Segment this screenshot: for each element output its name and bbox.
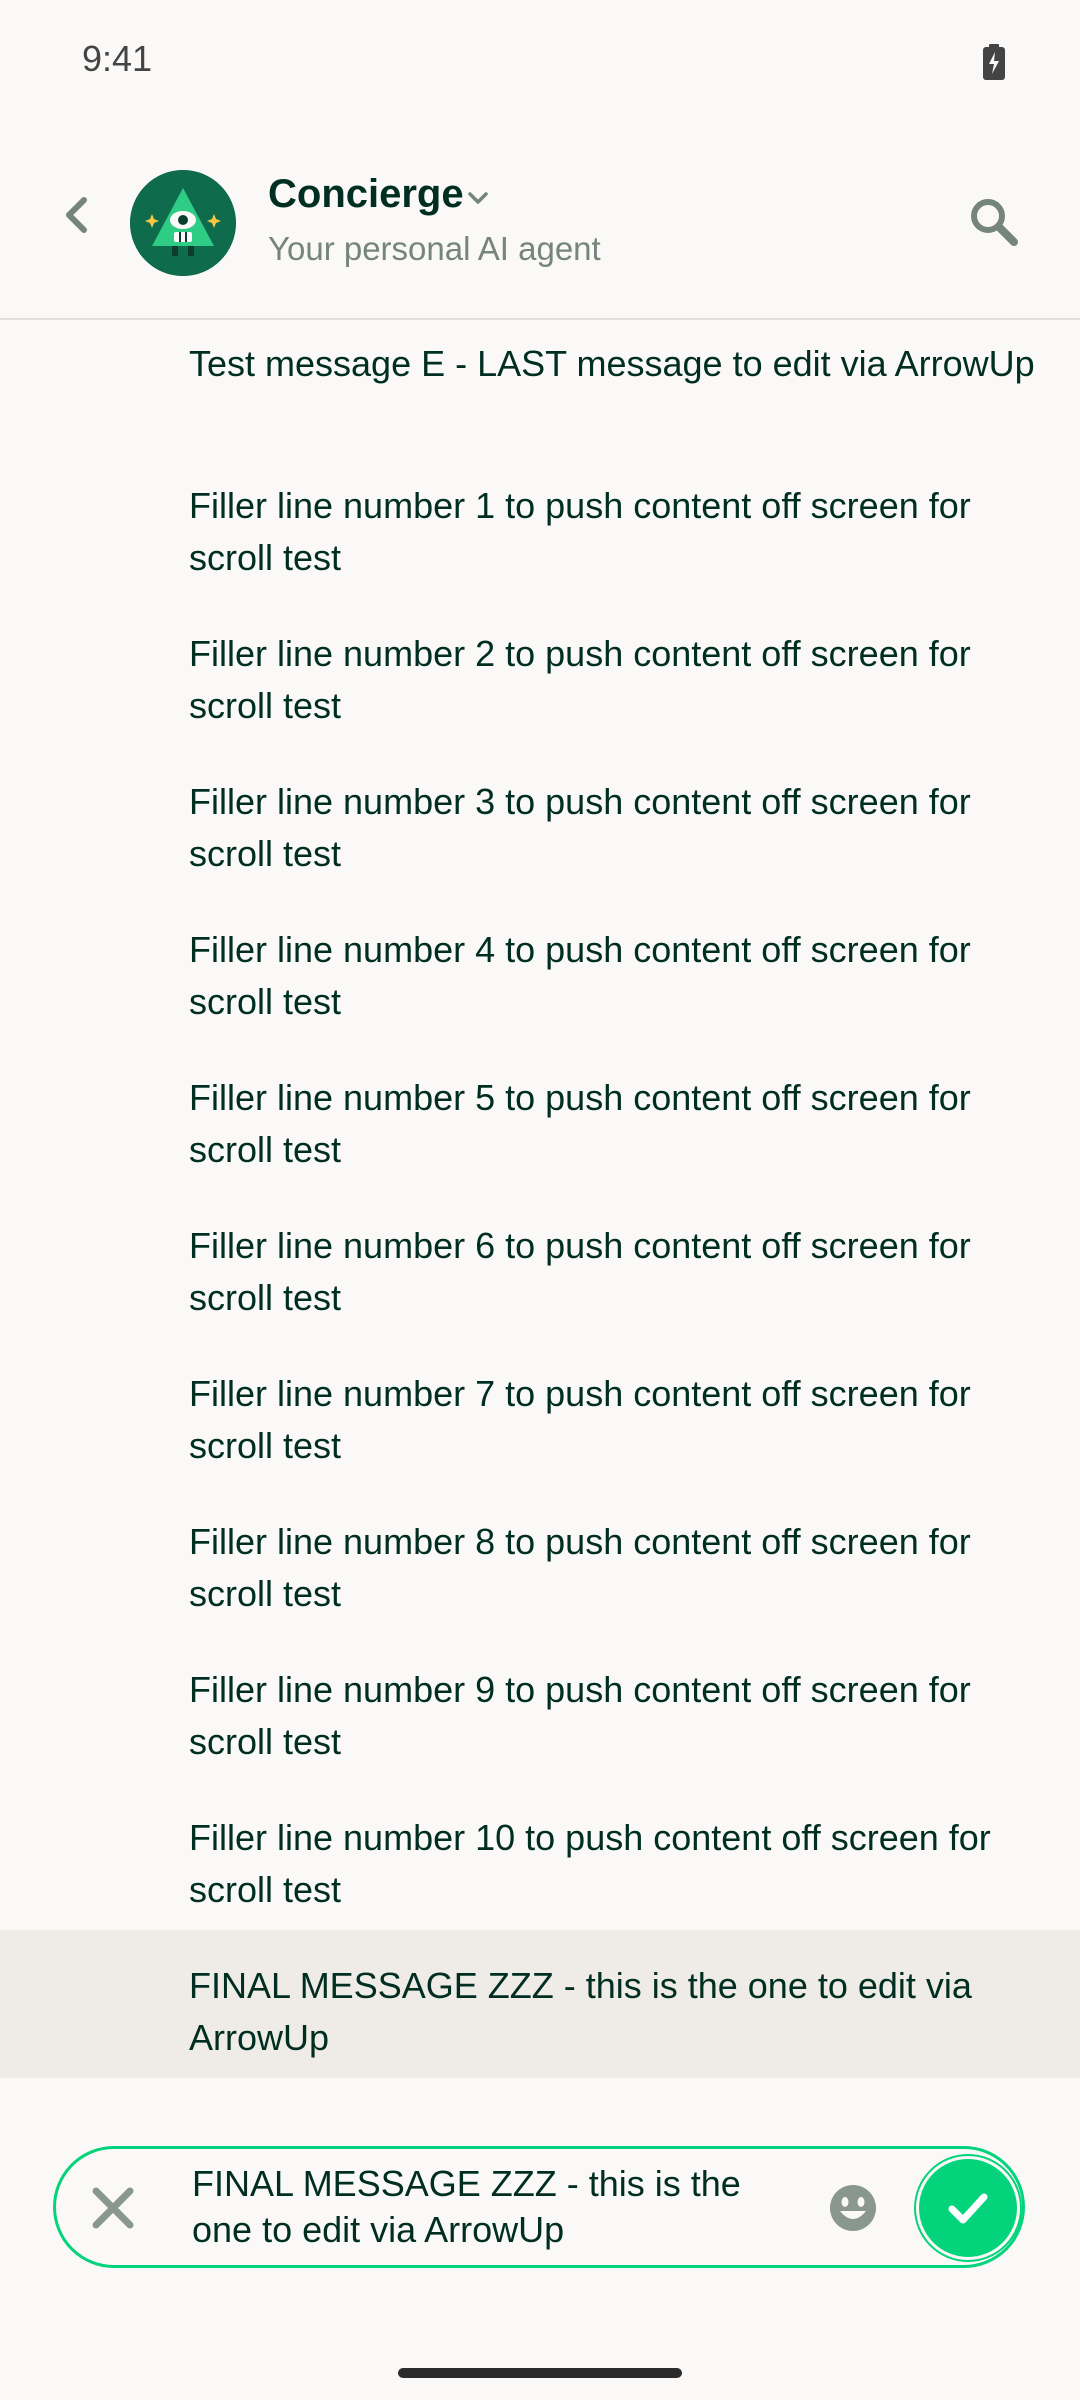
status-bar: 9:41 xyxy=(0,0,1080,130)
list-item[interactable]: Filler line number 8 to push content off… xyxy=(0,1486,1080,1634)
list-item[interactable]: Filler line number 9 to push content off… xyxy=(0,1634,1080,1782)
message-text: Filler line number 8 to push content off… xyxy=(189,1521,971,1614)
message-text: Filler line number 5 to push content off… xyxy=(189,1077,971,1170)
message-being-edited[interactable]: FINAL MESSAGE ZZZ - this is the one to e… xyxy=(0,1930,1080,2078)
message-text: Filler line number 7 to push content off… xyxy=(189,1373,971,1466)
home-indicator[interactable] xyxy=(398,2368,682,2378)
search-button[interactable] xyxy=(964,192,1024,252)
list-item[interactable]: Filler line number 3 to push content off… xyxy=(0,746,1080,894)
list-item[interactable]: Filler line number 6 to push content off… xyxy=(0,1190,1080,1338)
list-item[interactable]: Filler line number 4 to push content off… xyxy=(0,894,1080,1042)
list-item[interactable]: Filler line number 1 to push content off… xyxy=(0,450,1080,598)
list-item[interactable]: Filler line number 10 to push content of… xyxy=(0,1782,1080,1930)
close-icon xyxy=(92,2187,134,2229)
message-text: Filler line number 6 to push content off… xyxy=(189,1225,971,1318)
message-text: Filler line number 3 to push content off… xyxy=(189,781,971,874)
save-edit-button[interactable] xyxy=(916,2156,1020,2260)
battery-charging-icon xyxy=(983,44,1005,80)
message-text: Filler line number 10 to push content of… xyxy=(189,1817,991,1910)
search-icon xyxy=(971,199,1018,246)
message-composer: FINAL MESSAGE ZZZ - this is the one to e… xyxy=(53,2146,1025,2268)
message-text: Filler line number 2 to push content off… xyxy=(189,633,971,726)
edit-message-input[interactable]: FINAL MESSAGE ZZZ - this is the one to e… xyxy=(192,2161,792,2253)
list-item[interactable]: Test message E - LAST message to edit vi… xyxy=(0,320,1080,450)
back-button[interactable] xyxy=(50,188,104,242)
message-text: Filler line number 1 to push content off… xyxy=(189,485,971,578)
message-list[interactable]: Test message E - LAST message to edit vi… xyxy=(0,320,1080,2078)
message-text: FINAL MESSAGE ZZZ - this is the one to e… xyxy=(189,1965,972,2058)
checkmark-icon xyxy=(948,2193,988,2224)
chevron-down-icon[interactable] xyxy=(464,184,492,212)
emoji-button[interactable] xyxy=(828,2183,878,2233)
cancel-edit-button[interactable] xyxy=(90,2185,136,2231)
chat-header: Concierge Your personal AI agent xyxy=(0,130,1080,320)
emoji-icon xyxy=(830,2185,876,2231)
list-item[interactable]: Filler line number 5 to push content off… xyxy=(0,1042,1080,1190)
page-title[interactable]: Concierge xyxy=(268,172,464,217)
header-subtitle: Your personal AI agent xyxy=(268,230,601,267)
concierge-avatar-icon xyxy=(130,170,236,276)
message-text: Filler line number 4 to push content off… xyxy=(189,929,971,1022)
status-time: 9:41 xyxy=(82,38,153,79)
message-text: Filler line number 9 to push content off… xyxy=(189,1669,971,1762)
list-item[interactable]: Filler line number 7 to push content off… xyxy=(0,1338,1080,1486)
message-text: Test message E - LAST message to edit vi… xyxy=(189,343,1035,384)
chevron-left-icon xyxy=(66,197,87,233)
list-item[interactable]: Filler line number 2 to push content off… xyxy=(0,598,1080,746)
avatar[interactable] xyxy=(130,170,236,276)
